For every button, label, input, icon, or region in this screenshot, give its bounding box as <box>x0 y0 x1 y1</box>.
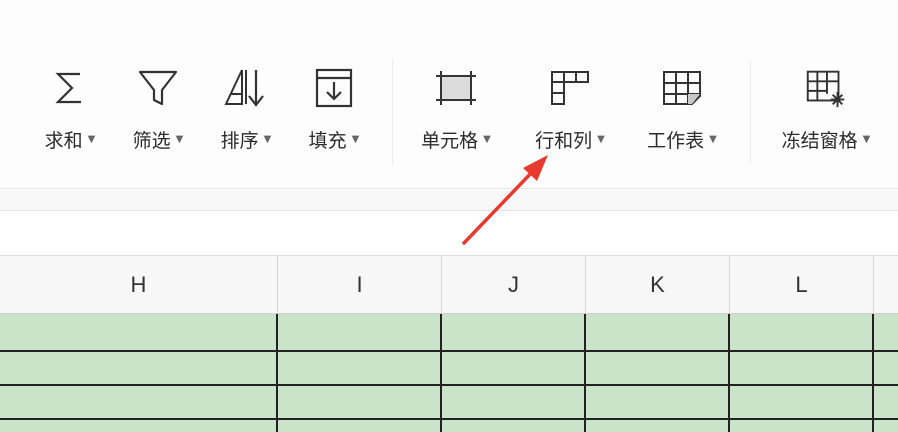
annotation-arrow-icon <box>462 155 548 245</box>
